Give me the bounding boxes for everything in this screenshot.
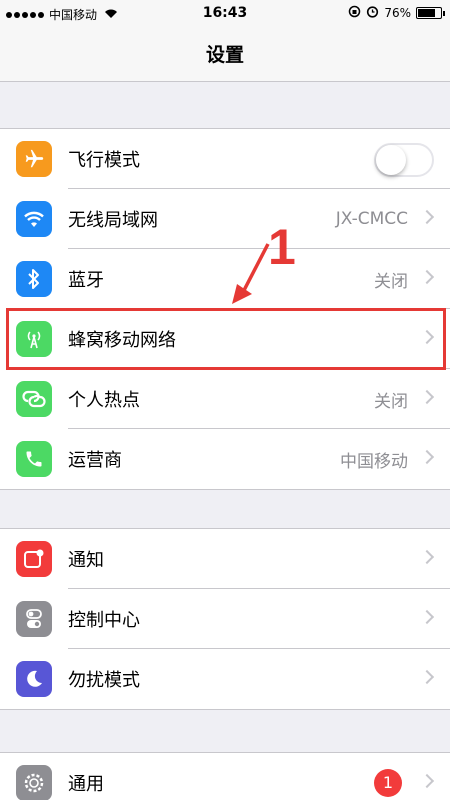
settings-group-general: 通用 1 — [0, 752, 450, 800]
battery-icon — [416, 7, 445, 19]
chevron-right-icon — [419, 269, 435, 285]
row-label: 勿扰模式 — [68, 670, 140, 691]
update-badge: 1 — [374, 769, 402, 797]
status-bar: 中国移动 16:43 76% — [0, 0, 450, 28]
battery-percent: 76% — [384, 6, 411, 20]
status-right: 76% — [348, 5, 445, 21]
row-label: 个人热点 — [68, 390, 140, 411]
chevron-right-icon — [419, 449, 435, 465]
settings-row-control-center[interactable]: 控制中心 — [0, 589, 450, 649]
airplane-icon — [16, 141, 52, 177]
moon-icon — [16, 661, 52, 697]
airplane-mode-toggle[interactable] — [374, 143, 434, 177]
navigation-bar: 设置 — [0, 28, 450, 82]
row-label: 无线局域网 — [68, 210, 158, 231]
wifi-icon — [16, 201, 52, 237]
chevron-right-icon — [419, 669, 435, 685]
chevron-right-icon — [419, 773, 435, 789]
settings-row-general[interactable]: 通用 1 — [0, 753, 450, 800]
bluetooth-icon — [16, 261, 52, 297]
settings-row-personal-hotspot[interactable]: 个人热点 关闭 — [0, 369, 450, 429]
alarm-icon — [366, 5, 379, 21]
row-label: 控制中心 — [68, 610, 140, 631]
settings-row-do-not-disturb[interactable]: 勿扰模式 — [0, 649, 450, 709]
row-label: 通用 — [68, 774, 104, 795]
annotation-highlight-box — [6, 308, 446, 370]
annotation-arrow-icon — [232, 243, 270, 304]
hotspot-icon — [16, 381, 52, 417]
settings-row-bluetooth[interactable]: 蓝牙 关闭 — [0, 249, 450, 309]
battery-fill — [418, 9, 435, 17]
gear-icon — [16, 765, 52, 800]
row-value: 关闭 — [374, 391, 408, 412]
toggle-knob — [376, 145, 406, 175]
phone-icon — [16, 441, 52, 477]
settings-row-carrier[interactable]: 运营商 中国移动 — [0, 429, 450, 489]
row-label: 蓝牙 — [68, 270, 104, 291]
chevron-right-icon — [419, 389, 435, 405]
chevron-right-icon — [419, 609, 435, 625]
settings-row-notifications[interactable]: 通知 — [0, 529, 450, 589]
page-title: 设置 — [205, 44, 244, 66]
settings-group-system: 通知 控制中心 勿扰模式 — [0, 528, 450, 710]
row-label: 通知 — [68, 550, 104, 571]
row-value: JX-CMCC — [335, 209, 408, 229]
row-value: 中国移动 — [340, 451, 408, 472]
row-label: 运营商 — [68, 450, 122, 471]
row-label: 飞行模式 — [68, 150, 140, 171]
settings-row-airplane-mode[interactable]: 飞行模式 — [0, 129, 450, 189]
control-center-icon — [16, 601, 52, 637]
rotation-lock-icon — [348, 5, 361, 21]
settings-row-wlan[interactable]: 无线局域网 JX-CMCC — [0, 189, 450, 249]
row-value: 关闭 — [374, 271, 408, 292]
chevron-right-icon — [419, 549, 435, 565]
chevron-right-icon — [419, 209, 435, 225]
notification-icon — [16, 541, 52, 577]
